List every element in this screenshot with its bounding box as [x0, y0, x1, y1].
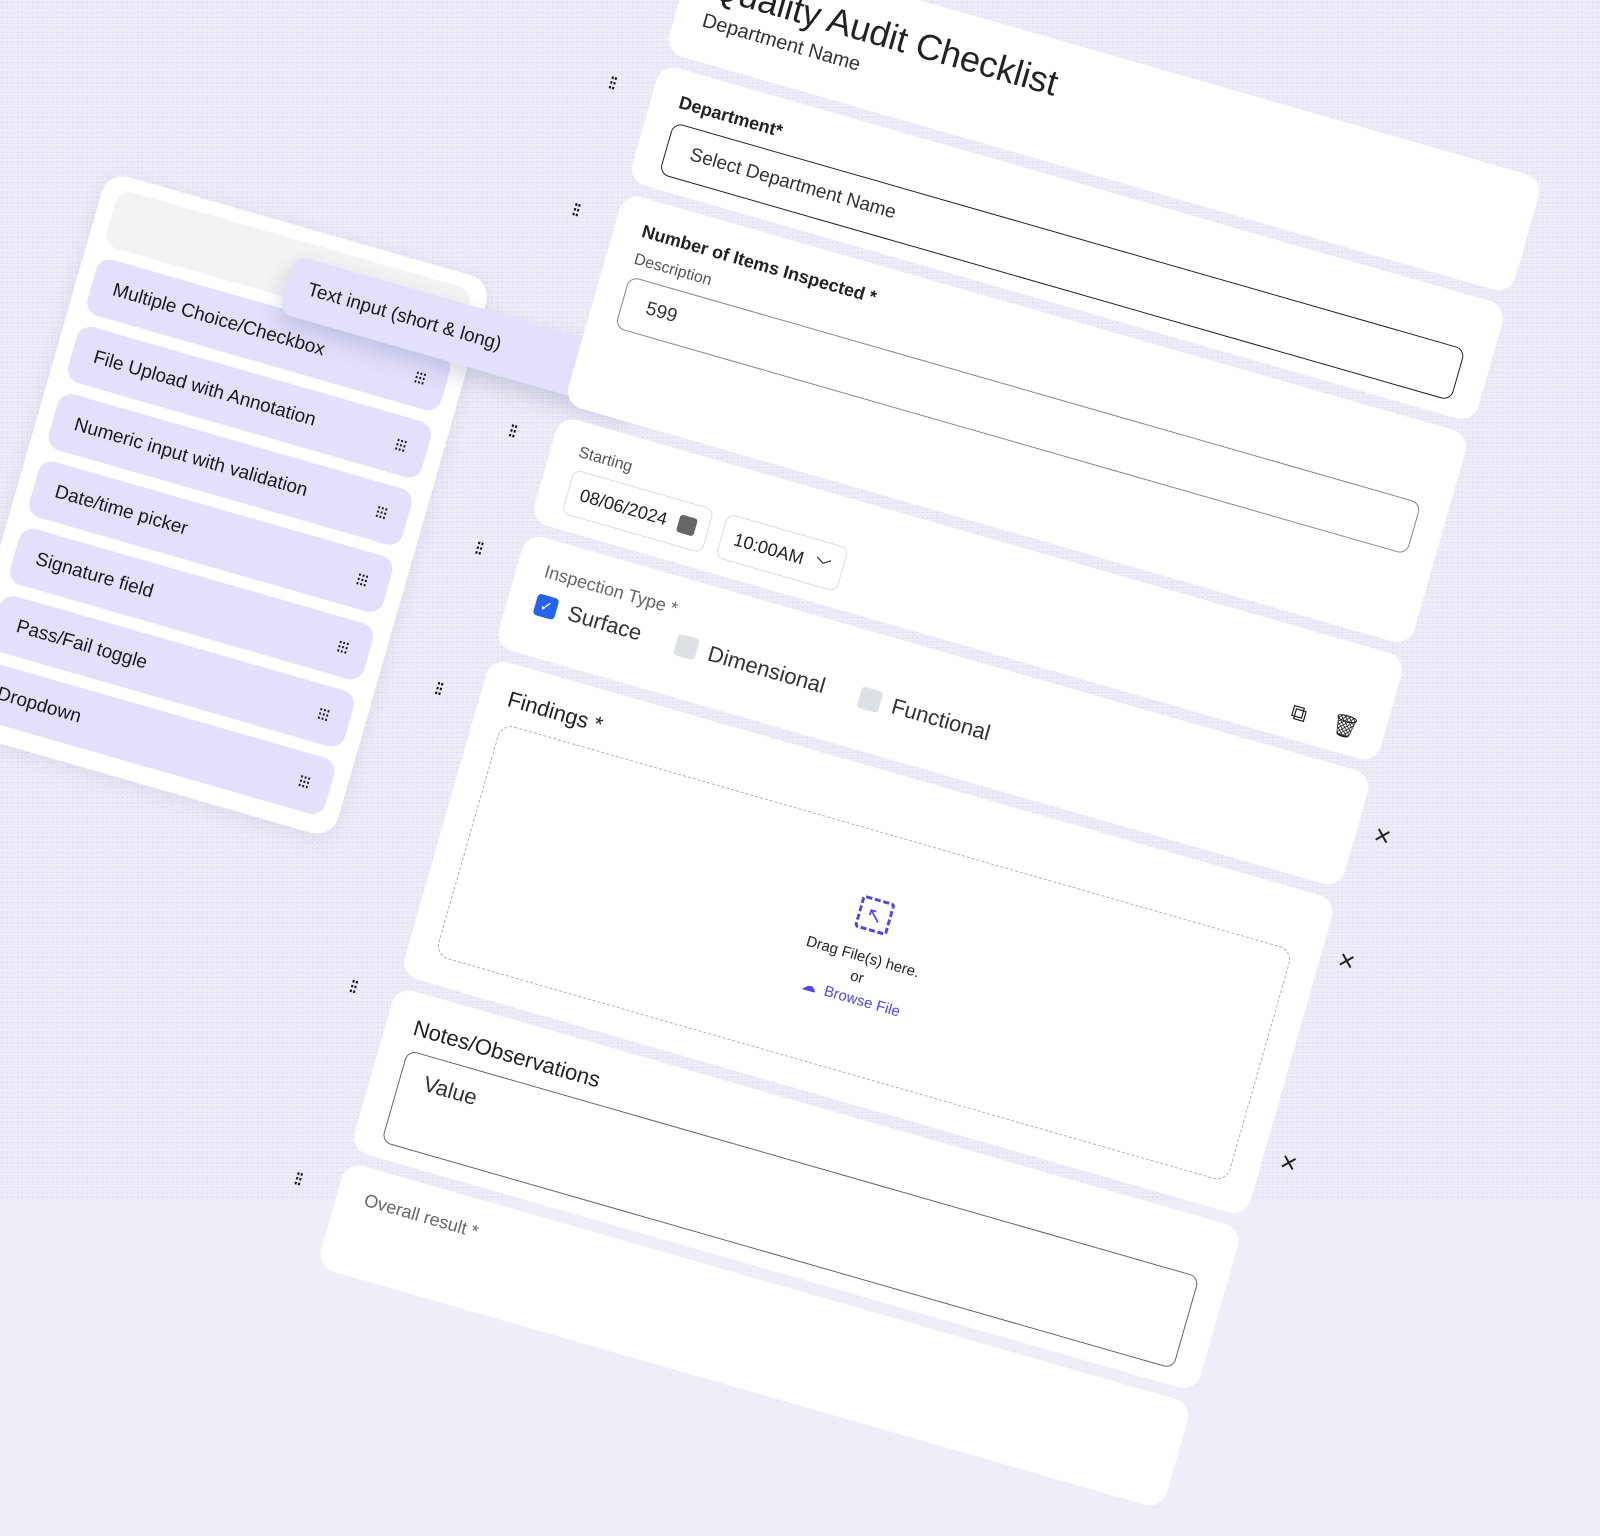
drag-grip-icon[interactable]: ⁝⁝	[505, 420, 518, 443]
checkbox-unchecked-icon[interactable]	[672, 633, 700, 661]
drag-grip-icon[interactable]: ⁝⁝⁝	[372, 501, 389, 524]
checkbox-checked-icon[interactable]: ✓	[532, 593, 560, 621]
drag-grip-icon[interactable]: ⁝⁝⁝	[295, 770, 311, 793]
drag-grip-icon[interactable]: ⁝⁝⁝	[314, 703, 331, 726]
drag-grip-icon[interactable]: ⁝⁝⁝	[353, 568, 369, 591]
drag-grip-icon[interactable]: ⁝⁝⁝	[411, 366, 427, 389]
palette-item-label: Dropdown	[0, 683, 84, 728]
palette-item-label: Date/time picker	[52, 481, 191, 540]
drag-grip-icon[interactable]: ⁝⁝	[291, 1168, 304, 1191]
drag-grip-icon[interactable]: ⁝⁝⁝	[392, 434, 408, 457]
dropzone-or: or	[848, 967, 866, 988]
drag-grip-icon[interactable]: ⁝⁝	[431, 677, 444, 700]
palette-item-label: Signature field	[33, 548, 156, 603]
checkbox-unchecked-icon[interactable]	[856, 685, 884, 714]
drag-grip-icon[interactable]: ⁝⁝	[569, 199, 582, 222]
close-icon[interactable]: ×	[1334, 943, 1359, 978]
time-value: 10:00AM	[731, 528, 807, 568]
browse-file-label: Browse File	[822, 982, 903, 1021]
upload-cloud-icon: ☁	[799, 976, 819, 997]
drag-grip-icon[interactable]: ⁝⁝	[605, 72, 618, 95]
palette-item-label: Pass/Fail toggle	[13, 616, 150, 674]
calendar-icon[interactable]	[675, 514, 699, 537]
close-icon[interactable]: ×	[1370, 818, 1394, 853]
chevron-down-icon[interactable]: ﹀	[812, 551, 834, 578]
items-inspected-value: 599	[643, 298, 680, 328]
date-value: 08/06/2024	[577, 484, 670, 529]
notes-value: Value	[420, 1071, 481, 1111]
drag-grip-icon[interactable]: ⁝⁝	[472, 537, 485, 560]
drag-drop-icon: ↖	[853, 894, 896, 937]
drag-grip-icon[interactable]: ⁝⁝⁝	[334, 635, 350, 658]
close-icon[interactable]: ×	[1276, 1145, 1301, 1180]
drag-grip-icon[interactable]: ⁝⁝	[346, 975, 359, 998]
